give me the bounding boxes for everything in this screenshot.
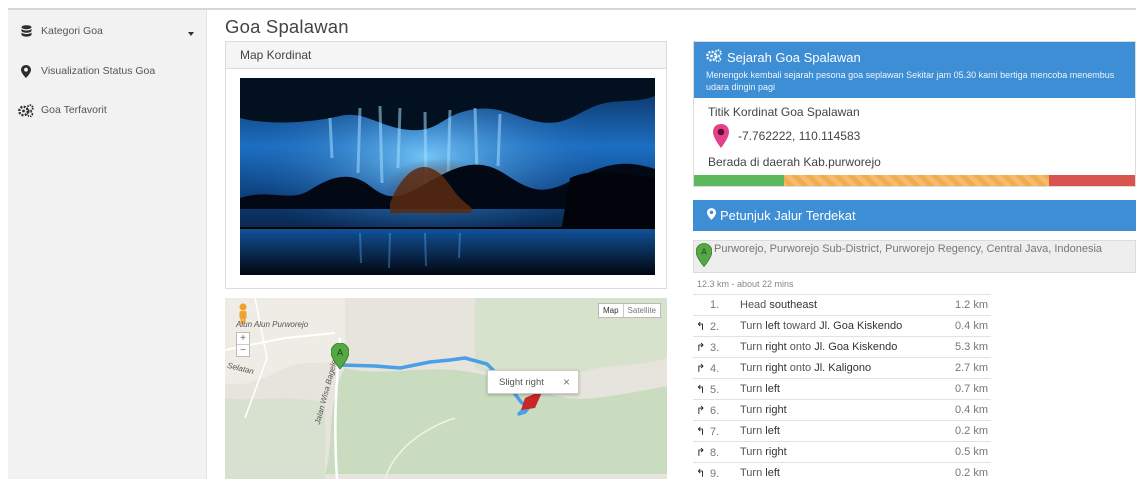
satellite-button[interactable]: Satellite bbox=[622, 304, 660, 317]
step-number: ↱ 3. bbox=[693, 336, 737, 358]
sejarah-description: Menengok kembali sejarah pesona goa sepl… bbox=[706, 70, 1115, 92]
map-pin-icon bbox=[713, 124, 729, 148]
step-distance: 0.7 km bbox=[941, 378, 991, 400]
step-number: ↰ 2. bbox=[693, 315, 737, 337]
step-distance: 2.7 km bbox=[941, 357, 991, 379]
zoom-out-button[interactable]: − bbox=[237, 344, 249, 356]
directions-table: 1. Head southeast 1.2 km ↰ 2. Turn left towar… bbox=[693, 294, 991, 479]
sejarah-header: Sejarah Goa Spalawan Menengok kembali se… bbox=[694, 42, 1135, 98]
route-origin[interactable]: A Purworejo, Purworejo Sub-District, Pur… bbox=[693, 240, 1136, 273]
map-info-popup: Slight right × bbox=[487, 370, 579, 394]
step-number: ↱ 8. bbox=[693, 441, 737, 463]
marker-a-icon[interactable]: A bbox=[331, 343, 349, 369]
step-instruction: Turn right onto Jl. Kaligono bbox=[737, 357, 941, 379]
step-instruction: Turn left toward Jl. Goa Kiskendo bbox=[737, 315, 941, 337]
step-number: ↱ 6. bbox=[693, 399, 737, 421]
marker-a-icon: A bbox=[696, 243, 712, 267]
sidebar-item-label: Kategori Goa bbox=[41, 25, 103, 37]
step-instruction: Turn right onto Jl. Goa Kiskendo bbox=[737, 336, 941, 358]
direction-step[interactable]: 1. Head southeast 1.2 km bbox=[693, 294, 991, 316]
direction-step[interactable]: ↱ 6. Turn right 0.4 km bbox=[693, 399, 991, 421]
route-summary: 12.3 km - about 22 mins bbox=[697, 279, 794, 289]
map-zoom-control: + − bbox=[236, 332, 250, 357]
database-icon bbox=[18, 24, 34, 38]
step-number: ↱ 4. bbox=[693, 357, 737, 379]
progress-segment-red bbox=[1048, 175, 1135, 186]
coordinates-value: -7.762222, 110.114583 bbox=[738, 129, 861, 143]
step-instruction: Turn right bbox=[737, 441, 941, 463]
step-instruction: Turn left bbox=[737, 420, 941, 442]
turn-left-icon: ↰ bbox=[696, 467, 706, 479]
chevron-down-icon[interactable] bbox=[188, 32, 194, 36]
cogs-icon bbox=[706, 49, 722, 65]
sejarah-title: Sejarah Goa Spalawan bbox=[727, 49, 861, 65]
map-button[interactable]: Map bbox=[599, 304, 623, 317]
svg-text:A: A bbox=[337, 348, 343, 358]
titik-label: Titik Kordinat Goa Spalawan bbox=[708, 105, 860, 119]
status-progress-bar bbox=[694, 175, 1135, 186]
sidebar-item-goa-terfavorit[interactable]: Goa Terfavorit bbox=[18, 103, 107, 117]
direction-step[interactable]: ↰ 9. Turn left 0.2 km bbox=[693, 462, 991, 479]
step-number: ↰ 5. bbox=[693, 378, 737, 400]
direction-step[interactable]: ↱ 3. Turn right onto Jl. Goa Kiskendo 5.3 k… bbox=[693, 336, 991, 358]
step-distance: 0.4 km bbox=[941, 399, 991, 421]
origin-address: Purworejo, Purworejo Sub-District, Purwo… bbox=[714, 243, 1103, 255]
map-kordinat-panel: Map Kordinat bbox=[225, 41, 667, 289]
step-distance: 0.5 km bbox=[941, 441, 991, 463]
direction-step[interactable]: ↱ 8. Turn right 0.5 km bbox=[693, 441, 991, 463]
step-number: ↰ 9. bbox=[693, 462, 737, 479]
zoom-in-button[interactable]: + bbox=[237, 333, 249, 344]
step-instruction: Head southeast bbox=[737, 294, 941, 316]
sidebar-item-label: Visualization Status Goa bbox=[41, 65, 156, 77]
turn-right-icon: ↱ bbox=[696, 446, 706, 459]
turn-right-icon: ↱ bbox=[696, 341, 706, 354]
direction-step[interactable]: ↰ 5. Turn left 0.7 km bbox=[693, 378, 991, 400]
sidebar-item-kategori-goa[interactable]: Kategori Goa bbox=[18, 24, 103, 38]
map-marker-icon bbox=[18, 64, 34, 78]
turn-right-icon: ↱ bbox=[696, 404, 706, 417]
map-label-alun: Alun Alun Purworejo bbox=[236, 320, 309, 329]
direction-step[interactable]: ↰ 2. Turn left toward Jl. Goa Kiskendo 0.4 … bbox=[693, 315, 991, 337]
direction-step[interactable]: ↱ 4. Turn right onto Jl. Kaligono 2.7 km bbox=[693, 357, 991, 379]
petunjuk-header: Petunjuk Jalur Terdekat bbox=[693, 200, 1136, 231]
progress-segment-green bbox=[694, 175, 785, 186]
step-instruction: Turn left bbox=[737, 378, 941, 400]
popup-text: Slight right bbox=[499, 376, 544, 388]
step-distance: 5.3 km bbox=[941, 336, 991, 358]
step-distance: 1.2 km bbox=[941, 294, 991, 316]
turn-right-icon: ↱ bbox=[696, 362, 706, 375]
panel-title: Map Kordinat bbox=[226, 42, 666, 69]
close-icon[interactable]: × bbox=[563, 375, 570, 389]
route-map[interactable]: + − Map Satellite Alun Alun Purworejo Se… bbox=[225, 298, 667, 479]
step-distance: 0.4 km bbox=[941, 315, 991, 337]
daerah-text: Berada di daerah Kab.purworejo bbox=[708, 155, 881, 169]
petunjuk-title: Petunjuk Jalur Terdekat bbox=[720, 208, 856, 223]
step-number: 1. bbox=[693, 294, 737, 316]
step-instruction: Turn left bbox=[737, 462, 941, 479]
cave-photo bbox=[240, 78, 655, 275]
step-distance: 0.2 km bbox=[941, 462, 991, 479]
turn-left-icon: ↰ bbox=[696, 425, 706, 438]
sidebar-item-label: Goa Terfavorit bbox=[41, 104, 107, 116]
map-type-control: Map Satellite bbox=[597, 303, 661, 318]
step-number: ↰ 7. bbox=[693, 420, 737, 442]
sidebar: Kategori Goa Visualization Status Goa Go… bbox=[8, 10, 207, 479]
page-title: Goa Spalawan bbox=[225, 16, 349, 37]
cogs-icon bbox=[18, 103, 34, 117]
step-instruction: Turn right bbox=[737, 399, 941, 421]
svg-text:A: A bbox=[701, 248, 707, 257]
direction-step[interactable]: ↰ 7. Turn left 0.2 km bbox=[693, 420, 991, 442]
step-distance: 0.2 km bbox=[941, 420, 991, 442]
progress-segment-orange bbox=[784, 175, 1049, 186]
turn-left-icon: ↰ bbox=[696, 383, 706, 396]
map-marker-icon bbox=[707, 208, 716, 223]
sidebar-item-visualization[interactable]: Visualization Status Goa bbox=[18, 64, 155, 78]
turn-left-icon: ↰ bbox=[696, 320, 706, 333]
sejarah-card: Sejarah Goa Spalawan Menengok kembali se… bbox=[693, 41, 1136, 187]
